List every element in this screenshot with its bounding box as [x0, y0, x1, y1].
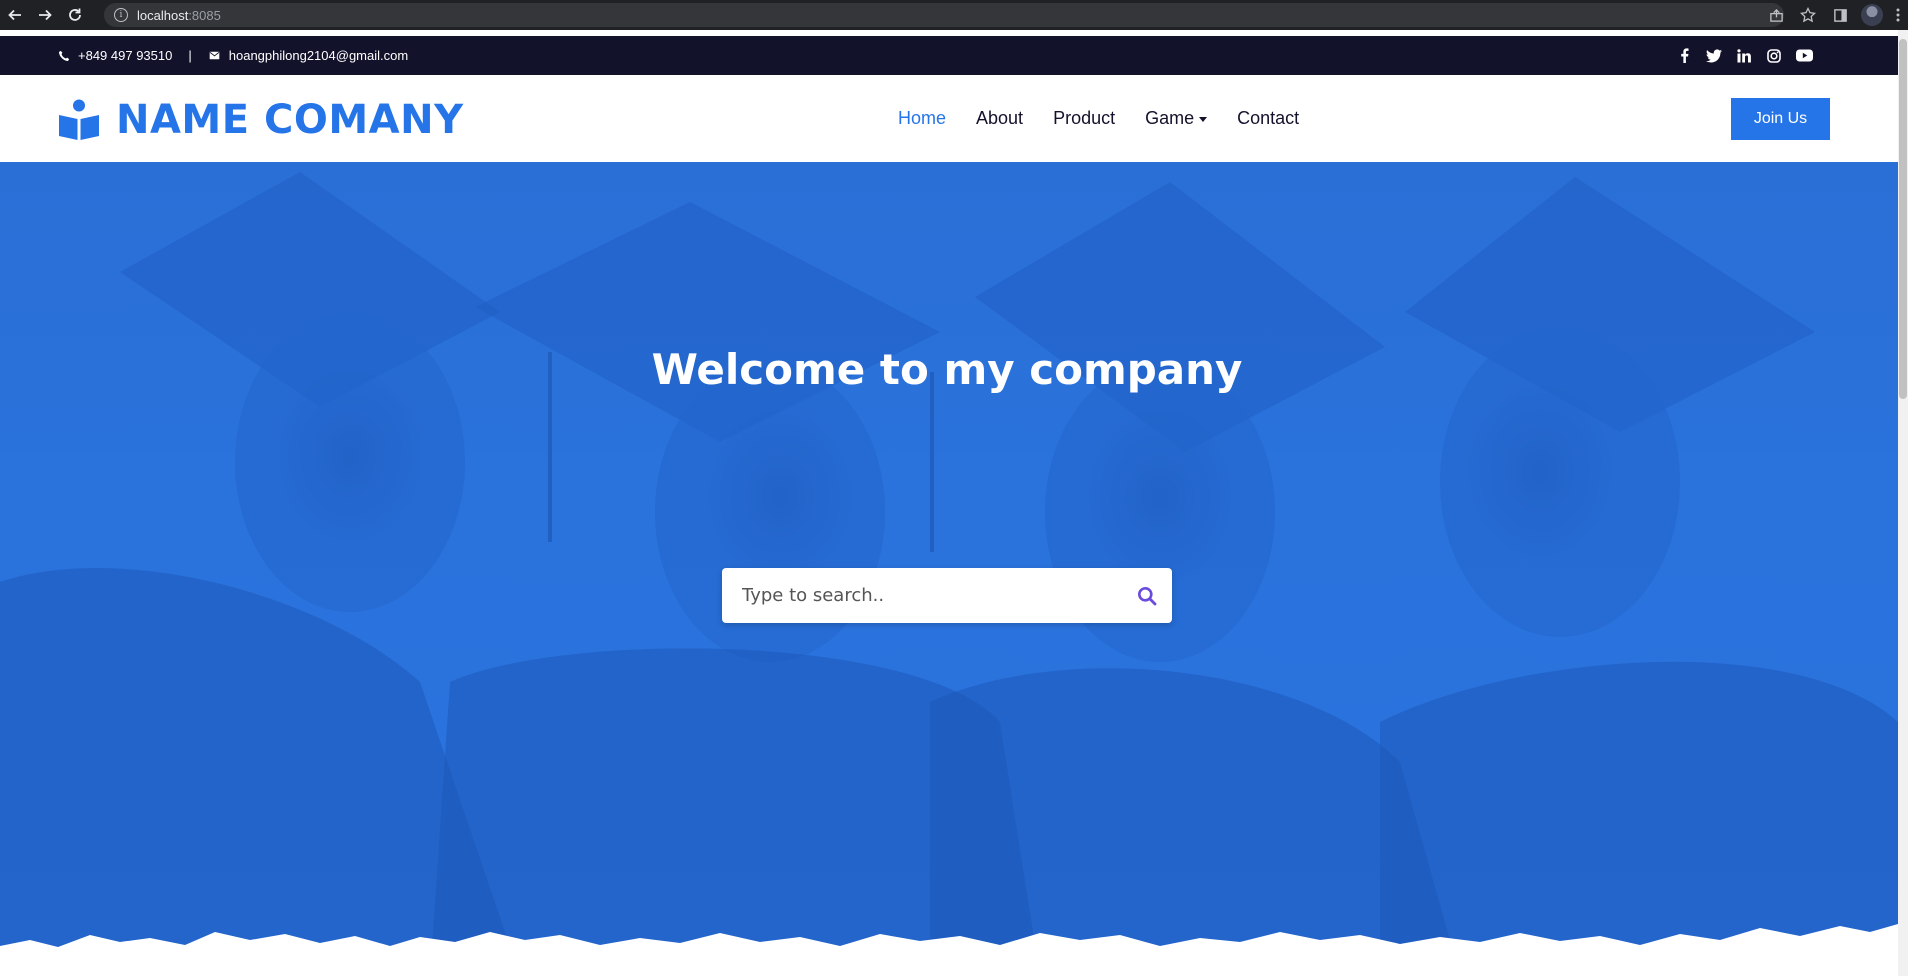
- browser-toolbar: i localhost:8085: [0, 0, 1908, 30]
- search-box: [722, 568, 1172, 623]
- contact-separator: |: [188, 48, 192, 63]
- hero-section: Welcome to my company: [0, 162, 1898, 976]
- url-port: :8085: [188, 7, 221, 23]
- address-bar[interactable]: i localhost:8085: [104, 3, 1784, 27]
- nav-item-product[interactable]: Product: [1053, 108, 1115, 129]
- caret-down-icon: [1199, 116, 1208, 122]
- search-icon: [1138, 586, 1157, 605]
- page-scrollbar[interactable]: [1898, 30, 1908, 976]
- nav-item-game[interactable]: Game: [1145, 108, 1208, 129]
- bookmark-star-icon[interactable]: [1792, 0, 1824, 30]
- site-info-icon[interactable]: i: [114, 8, 128, 22]
- email-contact: hoangphilong2104@gmail.com: [208, 48, 408, 63]
- search-input[interactable]: [722, 568, 1122, 623]
- nav-item-contact[interactable]: Contact: [1237, 108, 1299, 129]
- torn-paper-divider: [0, 924, 1898, 976]
- nav-item-home[interactable]: Home: [898, 108, 946, 129]
- url-host: localhost: [137, 7, 189, 23]
- scrollbar-thumb[interactable]: [1899, 39, 1907, 399]
- brand-name: NAME COMANY: [116, 97, 464, 143]
- back-icon[interactable]: [0, 0, 30, 30]
- nav-item-about[interactable]: About: [976, 108, 1023, 129]
- envelope-icon: [209, 51, 220, 60]
- email-address: hoangphilong2104@gmail.com: [228, 48, 409, 63]
- contact-info: +849 497 93510 | hoangphilong2104@gmail.…: [58, 36, 408, 75]
- phone-contact: +849 497 93510: [58, 48, 172, 63]
- join-us-button[interactable]: Join Us: [1731, 98, 1830, 140]
- linkedin-icon[interactable]: [1729, 48, 1759, 63]
- hero-title: Welcome to my company: [651, 345, 1243, 394]
- phone-icon: [58, 50, 70, 61]
- more-menu-icon[interactable]: [1888, 0, 1908, 30]
- youtube-icon[interactable]: [1789, 49, 1819, 62]
- nav-menu: Home About Product Game Contact: [898, 75, 1329, 162]
- instagram-icon[interactable]: [1759, 48, 1789, 63]
- twitter-icon[interactable]: [1699, 48, 1729, 63]
- phone-number: +849 497 93510: [78, 48, 173, 63]
- nav-item-game-label: Game: [1145, 108, 1195, 128]
- profile-avatar[interactable]: [1856, 0, 1888, 30]
- top-info-bar: +849 497 93510 | hoangphilong2104@gmail.…: [0, 36, 1908, 75]
- search-button[interactable]: [1122, 568, 1172, 623]
- main-navbar: NAME COMANY Home About Product Game Cont…: [0, 75, 1908, 162]
- brand-logo[interactable]: NAME COMANY: [58, 97, 464, 143]
- reload-icon[interactable]: [60, 0, 90, 30]
- facebook-icon[interactable]: [1669, 48, 1699, 63]
- forward-icon[interactable]: [30, 0, 60, 30]
- reader-book-icon: [59, 99, 99, 140]
- share-icon[interactable]: [1760, 0, 1792, 30]
- browser-actions: [1760, 0, 1908, 30]
- social-links: [1669, 36, 1819, 75]
- side-panel-icon[interactable]: [1824, 0, 1856, 30]
